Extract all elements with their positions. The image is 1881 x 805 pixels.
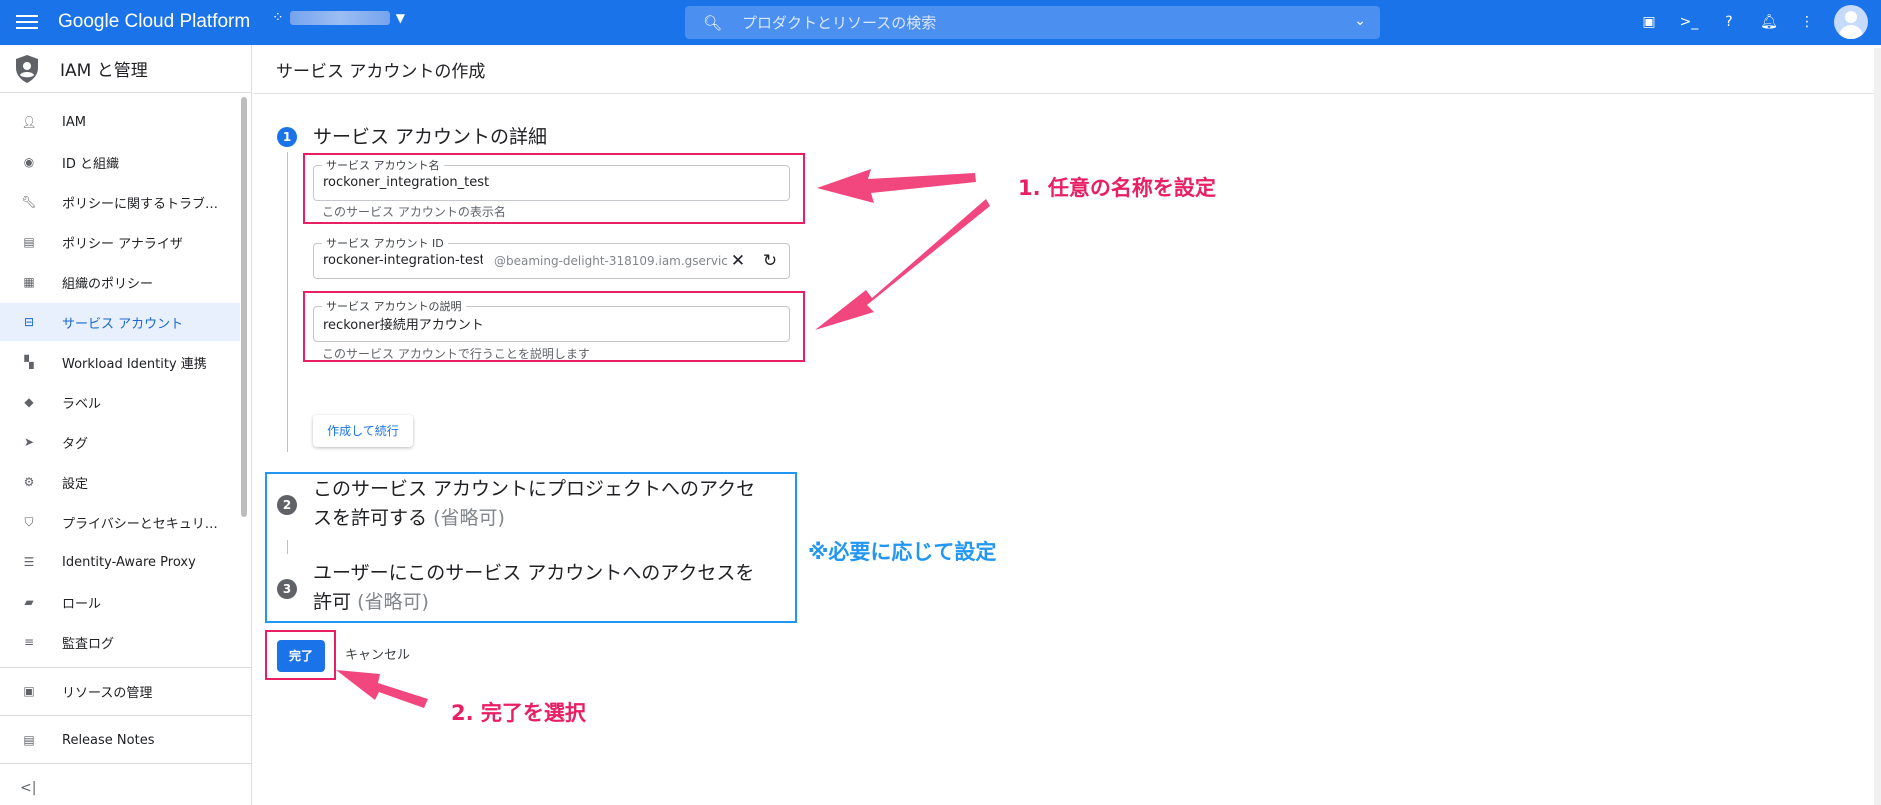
annotation-step1-note: 1. 任意の名称を設定 xyxy=(1018,176,1216,200)
annotation-step2-note: 2. 完了を選択 xyxy=(451,701,586,725)
arrow-to-done-button xyxy=(336,670,428,708)
annotation-arrows xyxy=(336,169,990,708)
arrow-to-name-field xyxy=(817,169,976,203)
page-scrollbar[interactable] xyxy=(1874,48,1881,805)
annotation-optional-note: ※必要に応じて設定 xyxy=(808,540,997,564)
arrow-to-description-field xyxy=(815,199,990,330)
